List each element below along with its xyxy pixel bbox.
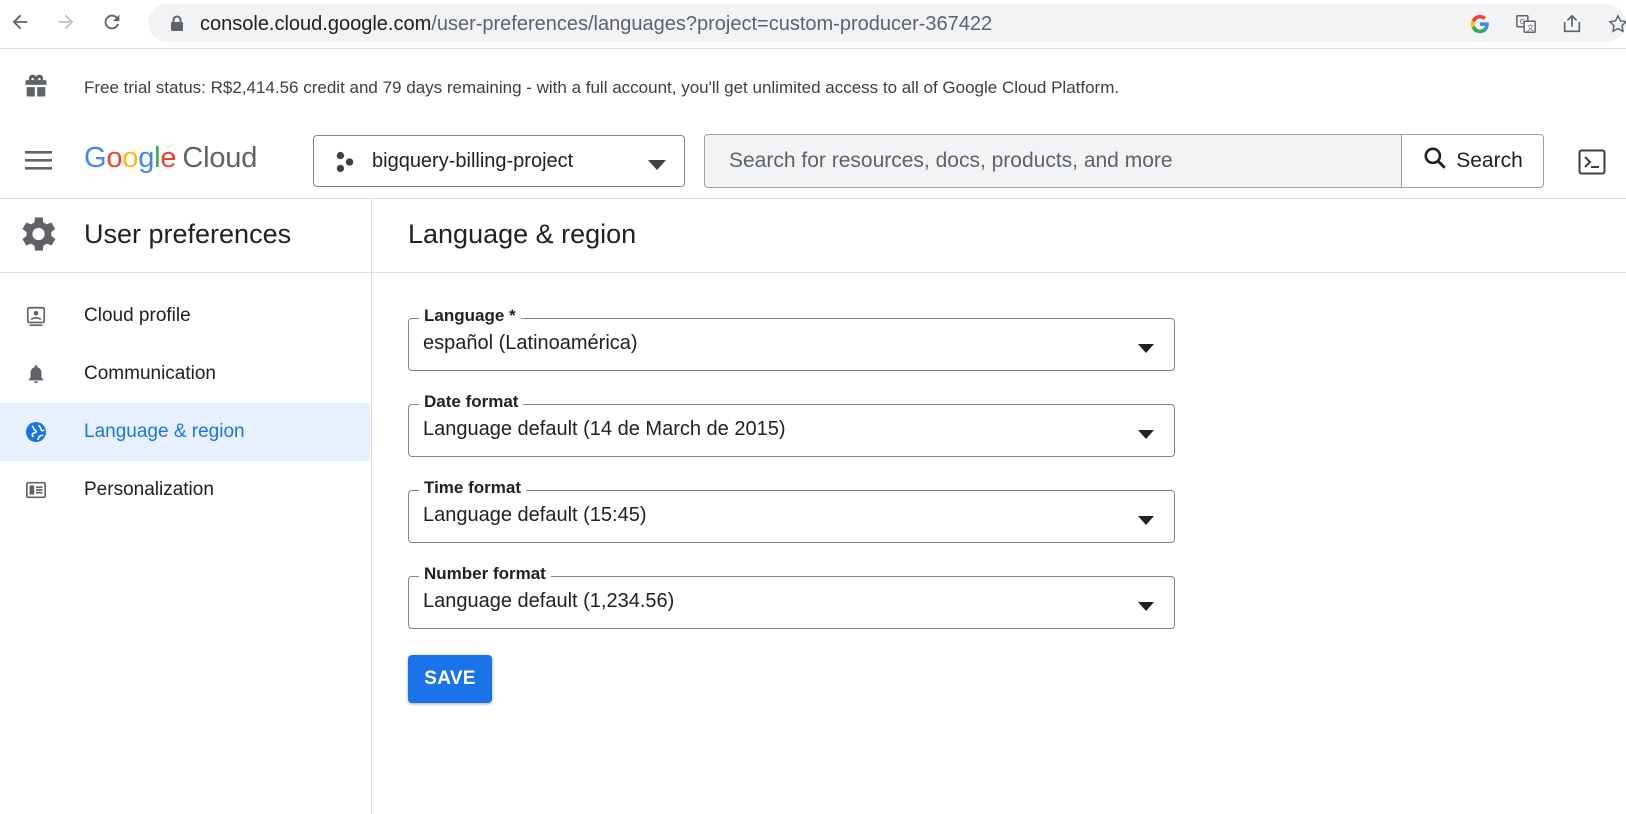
sidebar-title: User preferences — [84, 219, 292, 249]
sidebar-item-communication[interactable]: Communication — [0, 345, 370, 403]
time-format-value: Language default (15:45) — [423, 504, 647, 526]
search-icon — [1422, 145, 1448, 177]
google-cloud-logo[interactable]: Google Cloud — [84, 142, 257, 175]
language-value: español (Latinoamérica) — [423, 332, 638, 354]
sidebar-item-label: Cloud profile — [84, 305, 191, 326]
lock-icon — [170, 15, 184, 37]
sidebar: User preferences Cloud profile Communica… — [0, 199, 372, 814]
top-app-bar: Google Cloud bigquery-billing-project Sea… — [0, 120, 1626, 199]
translate-icon[interactable]: G文 — [1514, 12, 1538, 36]
profile-icon — [24, 304, 48, 328]
search-button-label: Search — [1456, 149, 1523, 172]
svg-text:G: G — [1520, 17, 1526, 26]
project-icon — [334, 151, 356, 178]
time-format-select[interactable]: Time format Language default (15:45) — [408, 478, 1175, 543]
chevron-down-icon — [1138, 598, 1154, 616]
page-header: Language & region — [372, 199, 1626, 273]
search-button[interactable]: Search — [1401, 135, 1543, 187]
search-input[interactable]: Search for resources, docs, products, an… — [729, 149, 1173, 173]
sidebar-item-cloud-profile[interactable]: Cloud profile — [0, 287, 370, 345]
sidebar-item-label: Communication — [84, 363, 216, 384]
share-icon[interactable] — [1560, 12, 1584, 36]
sidebar-item-label: Personalization — [84, 479, 214, 500]
number-format-value: Language default (1,234.56) — [423, 590, 675, 612]
language-label: Language * — [419, 306, 521, 326]
number-format-select[interactable]: Number format Language default (1,234.56… — [408, 564, 1175, 629]
number-format-label: Number format — [419, 564, 551, 584]
chevron-down-icon — [648, 157, 666, 175]
cloud-shell-icon[interactable] — [1578, 149, 1606, 180]
chevron-down-icon — [1138, 340, 1154, 358]
forward-icon[interactable] — [52, 8, 80, 36]
reload-icon[interactable] — [98, 8, 126, 36]
project-selector[interactable]: bigquery-billing-project — [313, 135, 685, 187]
personalization-icon — [24, 478, 48, 502]
svg-text:文: 文 — [1527, 23, 1535, 32]
google-g-icon[interactable] — [1468, 12, 1492, 36]
chevron-down-icon — [1138, 512, 1154, 530]
date-format-value: Language default (14 de March de 2015) — [423, 418, 786, 440]
sidebar-item-label: Language & region — [84, 421, 245, 442]
save-button[interactable]: SAVE — [408, 655, 492, 703]
gift-icon — [22, 72, 50, 105]
trial-banner: Free trial status: R$2,414.56 credit and… — [0, 50, 1626, 120]
bell-icon — [24, 362, 48, 386]
back-icon[interactable] — [6, 8, 34, 36]
sidebar-item-language-region[interactable]: Language & region — [0, 403, 370, 461]
sidebar-header: User preferences — [0, 199, 371, 273]
menu-icon[interactable] — [24, 148, 54, 177]
bookmark-star-icon[interactable] — [1606, 12, 1626, 36]
trial-status-text: Free trial status: R$2,414.56 credit and… — [84, 78, 1120, 97]
browser-toolbar: console.cloud.google.com/user-preference… — [0, 0, 1626, 49]
search-bar[interactable]: Search for resources, docs, products, an… — [704, 134, 1544, 188]
date-format-select[interactable]: Date format Language default (14 de Marc… — [408, 392, 1175, 457]
sidebar-item-personalization[interactable]: Personalization — [0, 461, 370, 519]
globe-icon — [24, 420, 48, 444]
chevron-down-icon — [1138, 426, 1154, 444]
date-format-label: Date format — [419, 392, 524, 412]
gear-icon — [14, 211, 60, 262]
project-name: bigquery-billing-project — [372, 150, 574, 172]
address-bar[interactable]: console.cloud.google.com/user-preference… — [148, 4, 1626, 42]
language-select[interactable]: Language * español (Latinoamérica) — [408, 306, 1175, 371]
time-format-label: Time format — [419, 478, 526, 498]
page-title: Language & region — [408, 219, 637, 249]
url-text: console.cloud.google.com/user-preference… — [200, 13, 993, 35]
